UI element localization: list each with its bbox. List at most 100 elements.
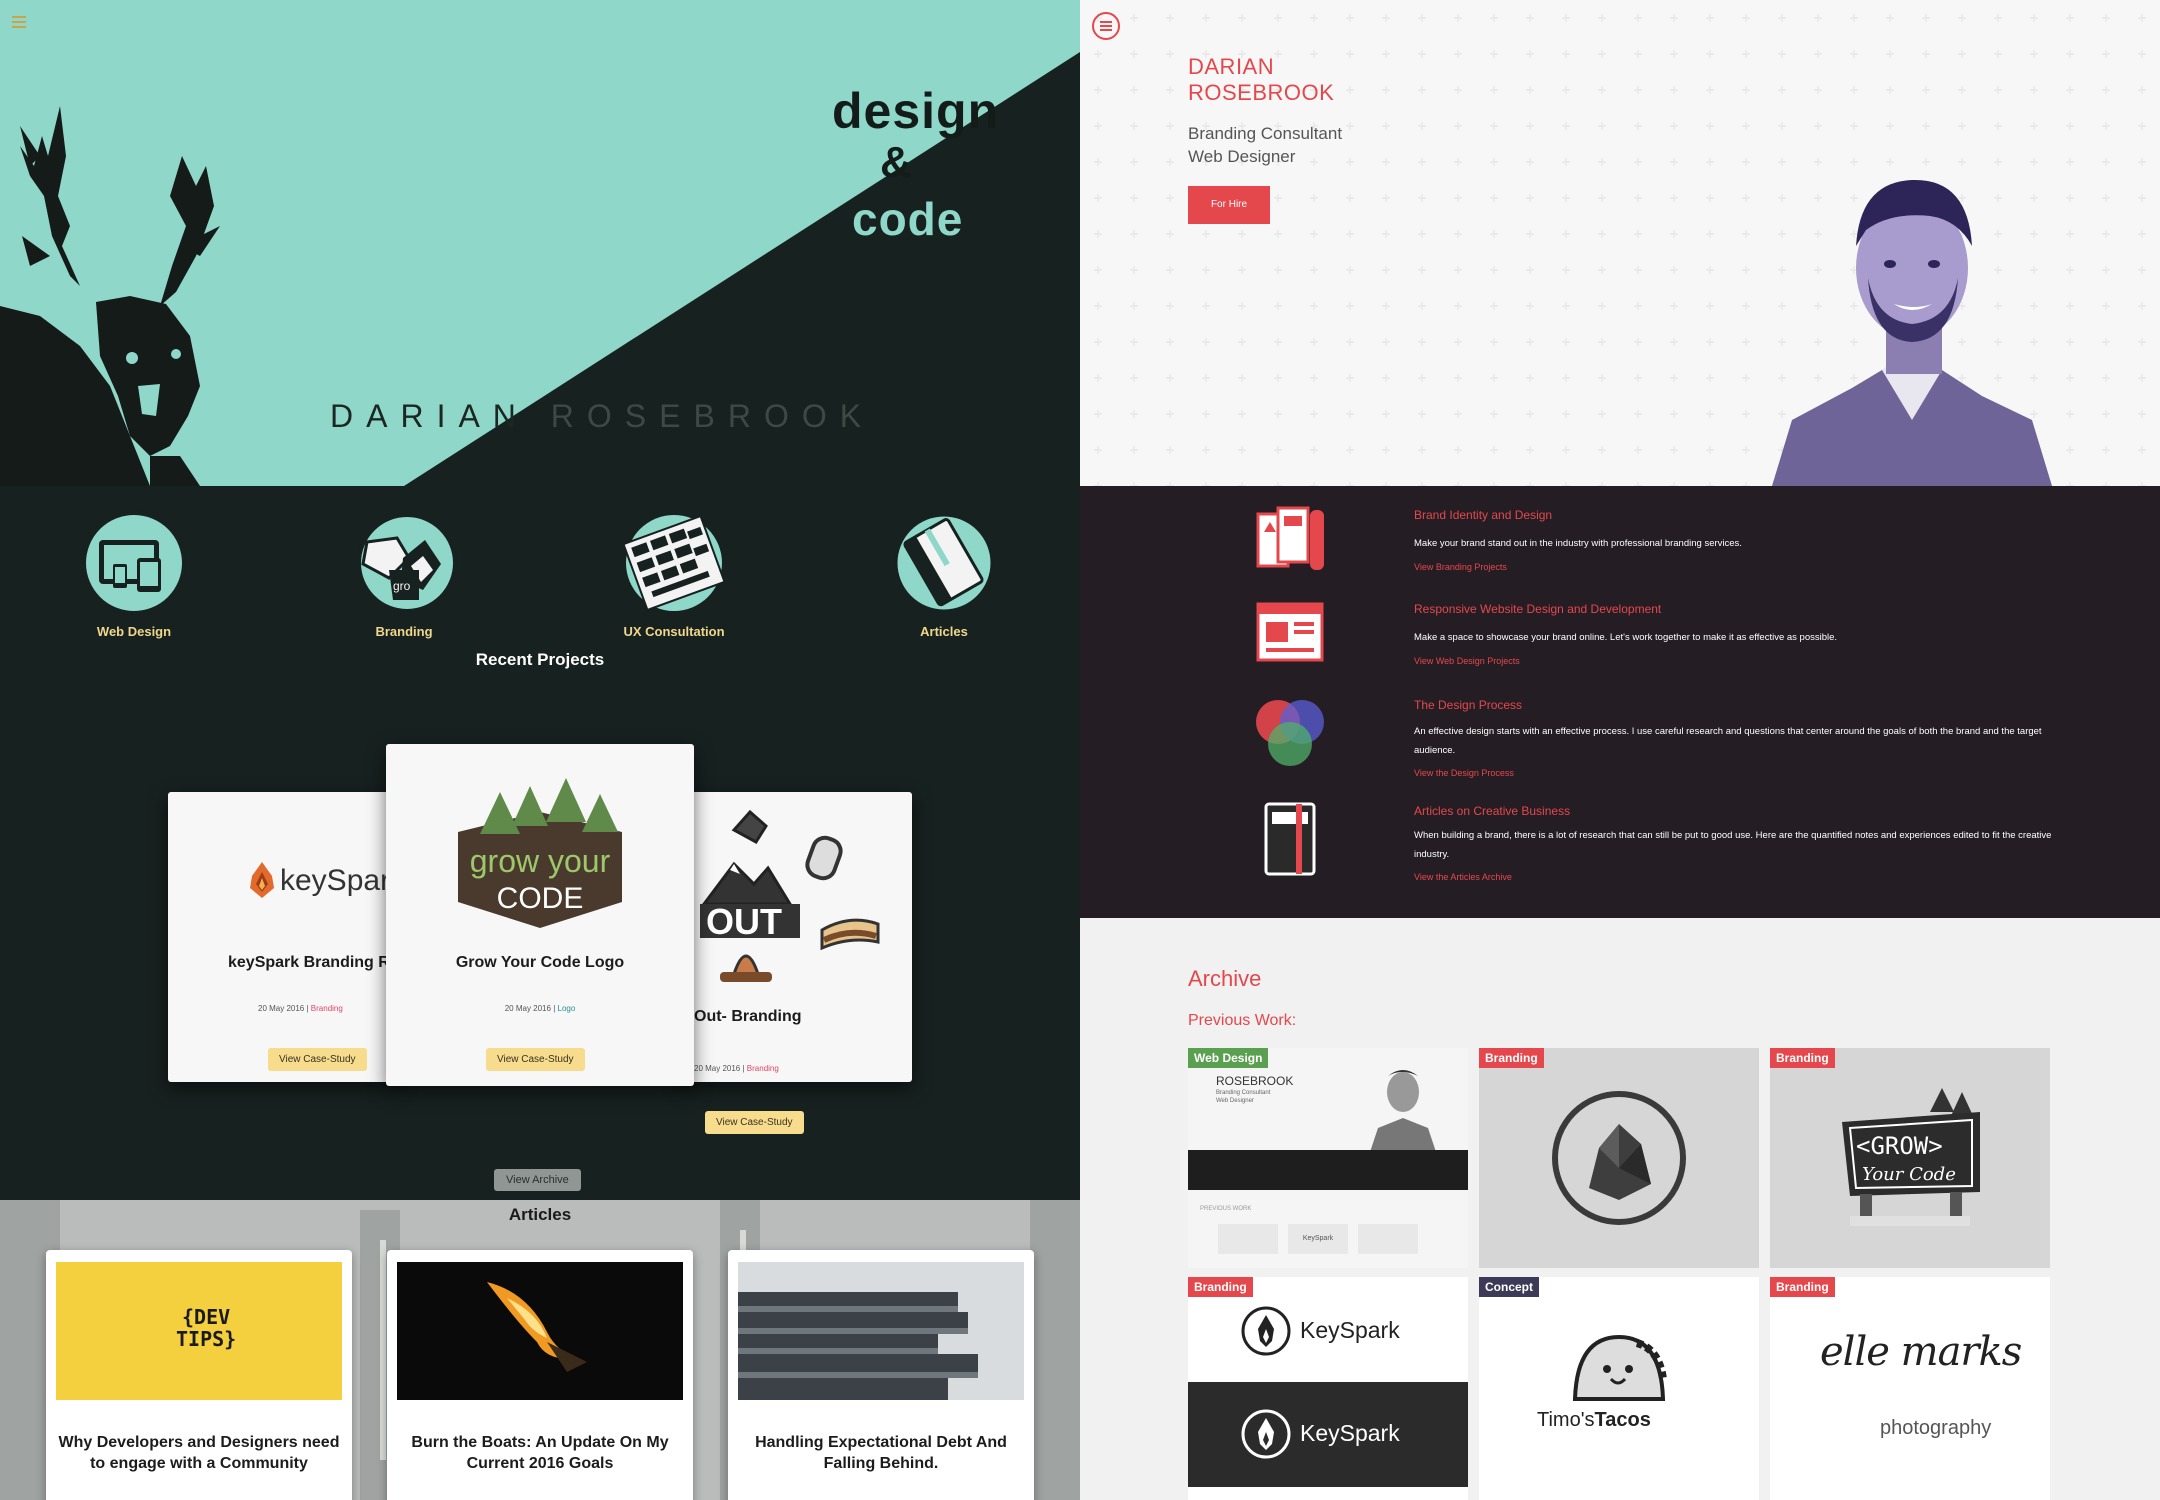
tile-tag: Web Design: [1188, 1048, 1269, 1068]
project-card-keyspark[interactable]: keySpark keySpark Branding Rec 20 May 20…: [168, 792, 398, 1082]
browser-window-icon: [1250, 598, 1330, 678]
service-label: Branding: [375, 624, 433, 639]
tagline-design: design: [832, 83, 1000, 139]
flame-icon: [250, 862, 274, 898]
left-site-screenshot: design & code DARIAN ROSEBROOK Web Desig…: [0, 0, 1080, 1500]
menu-circle-icon[interactable]: [1092, 12, 1120, 40]
service-link[interactable]: View Branding Projects: [1414, 562, 1507, 572]
grow-sign-text-1: <GROW>: [1856, 1132, 1943, 1160]
dev-tips-line1: {DEV: [182, 1305, 231, 1329]
tile-tag: Branding: [1770, 1048, 1835, 1068]
project-card-out[interactable]: OUT Out- Branding 20 May 2016 | Branding: [682, 792, 912, 1082]
project-date: 20 May 2016: [258, 1004, 305, 1013]
mini-keyspark: KeySpark: [1288, 1224, 1348, 1254]
article-card[interactable]: Handling Expectational Debt And Falling …: [728, 1250, 1034, 1500]
project-title: Grow Your Code Logo: [455, 954, 625, 971]
role-branding: Branding Consultant: [1188, 124, 1343, 143]
service-link[interactable]: View Web Design Projects: [1414, 656, 1520, 666]
timos-text: Timo's: [1537, 1409, 1595, 1431]
service-heading: Brand Identity and Design: [1414, 508, 1553, 522]
tile-tag: Concept: [1479, 1277, 1539, 1297]
deer-silhouette-image: [0, 106, 220, 486]
site-name-line2: ROSEBROOK: [1188, 80, 1335, 105]
archive-tile-crystal[interactable]: Branding: [1479, 1048, 1759, 1268]
project-date: 20 May 2016: [694, 1064, 741, 1073]
right-site-screenshot: DARIAN ROSEBROOK Branding Consultant Web D…: [1080, 0, 2160, 1500]
view-case-study-button[interactable]: View Case-Study: [486, 1048, 585, 1071]
project-card-grow-your-code[interactable]: grow your CODE Grow Your Code Logo 20 Ma…: [386, 744, 694, 1086]
article-title: Why Developers and Designers need to eng…: [58, 1434, 340, 1472]
notebook-icon: [1250, 800, 1330, 880]
archive-heading: Archive: [1188, 966, 1262, 991]
page: design & code DARIAN ROSEBROOK Web Desig…: [0, 0, 2160, 1500]
project-category: Branding: [310, 1004, 343, 1013]
service-articles[interactable]: Articles: [844, 508, 1044, 639]
grow-your-text: grow your: [470, 843, 611, 879]
view-archive-button[interactable]: View Archive: [494, 1169, 581, 1191]
service-description: Make a space to showcase your brand onli…: [1414, 632, 1838, 643]
timos-tacos-text: Timo'sTacos: [1537, 1409, 1651, 1432]
project-title: Out- Branding: [694, 1008, 802, 1025]
service-link[interactable]: View the Design Process: [1414, 768, 1514, 778]
mini-tile: [1218, 1224, 1278, 1254]
dev-tips-line2: TIPS}: [176, 1327, 237, 1351]
dev-tips-logo: {DEV TIPS}: [176, 1306, 236, 1350]
mini-role-1: Branding Consultant: [1216, 1090, 1271, 1096]
service-label: Articles: [920, 624, 968, 639]
hero-name-first: DARIAN: [330, 398, 551, 434]
service-link[interactable]: View the Articles Archive: [1414, 872, 1512, 882]
archive-tile-timos-tacos[interactable]: Concept Timo'sTacos: [1479, 1277, 1759, 1500]
service-web-design[interactable]: Web Design: [34, 508, 234, 639]
right-hero: DARIAN ROSEBROOK Branding Consultant Web D…: [1080, 0, 2160, 486]
service-description: When building a brand, there is a lot of…: [1414, 830, 2052, 860]
service-ux-consultation[interactable]: UX Consultation: [574, 508, 774, 639]
keyspark-logo-text-light: KeySpark: [1300, 1420, 1400, 1446]
venn-circles-icon: [1250, 694, 1330, 774]
mini-portrait-image: [1368, 1070, 1438, 1158]
tile-tag: Branding: [1188, 1277, 1253, 1297]
code-text: CODE: [497, 882, 584, 915]
tagline-code: code: [852, 193, 964, 245]
mini-tile: [1358, 1224, 1418, 1254]
project-category: Branding: [746, 1064, 779, 1073]
article-card[interactable]: Burn the Boats: An Update On My Current …: [387, 1250, 693, 1500]
project-category: Logo: [557, 1004, 576, 1013]
brand-identity-icon: [1250, 504, 1330, 584]
view-case-study-button[interactable]: View Case-Study: [268, 1048, 367, 1071]
archive-tile-web-design[interactable]: Web Design ROSEBROOK Branding Consultant…: [1188, 1048, 1468, 1268]
crystal-logo-icon: [1552, 1091, 1686, 1225]
tacos-text: Tacos: [1594, 1409, 1651, 1431]
hamburger-menu-icon[interactable]: [12, 16, 26, 30]
hero-name-last: ROSEBROOK: [550, 398, 875, 434]
role-web-designer: Web Designer: [1188, 147, 1296, 166]
archive-tile-keyspark[interactable]: Branding KeySpark KeySpark: [1188, 1277, 1468, 1500]
article-title: Handling Expectational Debt And Falling …: [755, 1434, 1007, 1472]
service-heading: Articles on Creative Business: [1414, 804, 1571, 818]
keyspark-logo-text: KeySpark: [1300, 1317, 1400, 1343]
portrait-image: [1772, 179, 2052, 486]
recent-projects-heading: Recent Projects: [475, 650, 605, 669]
project-meta: 20 May 2016 | Logo: [386, 1004, 694, 1013]
archive-tile-grow[interactable]: Branding <GROW> Your Code: [1770, 1048, 2050, 1268]
article-card[interactable]: {DEV TIPS} Why Developers and Designers n…: [46, 1250, 352, 1500]
burning-paper-image: [397, 1262, 683, 1400]
taco-mascot-icon: [1572, 1334, 1667, 1401]
view-case-study-button[interactable]: View Case-Study: [705, 1111, 804, 1134]
service-heading: The Design Process: [1414, 698, 1523, 712]
keyspark-dark-variant: KeySpark: [1188, 1382, 1468, 1487]
svg-text:gro: gro: [393, 579, 411, 593]
devices-icon: [79, 508, 189, 618]
archive-tile-elle-marks[interactable]: Branding elle marks photography: [1770, 1277, 2050, 1500]
tile-tag: Branding: [1479, 1048, 1544, 1068]
project-meta: 20 May 2016 | Branding: [682, 1064, 912, 1073]
service-branding[interactable]: gro Branding: [304, 508, 504, 639]
for-hire-button[interactable]: For Hire: [1188, 186, 1270, 224]
keyspark-flame-icon: [1241, 1306, 1291, 1356]
project-title: keySpark Branding Rec: [228, 954, 398, 971]
previous-work-heading: Previous Work:: [1188, 1012, 1297, 1029]
articles-heading: Articles: [508, 1205, 572, 1224]
mini-previous-work: PREVIOUS WORK: [1200, 1206, 1252, 1212]
mini-role-2: Web Designer: [1216, 1098, 1254, 1104]
mini-site-name: ROSEBROOK: [1216, 1074, 1294, 1088]
grow-your-code-logo: grow your CODE: [458, 778, 622, 928]
